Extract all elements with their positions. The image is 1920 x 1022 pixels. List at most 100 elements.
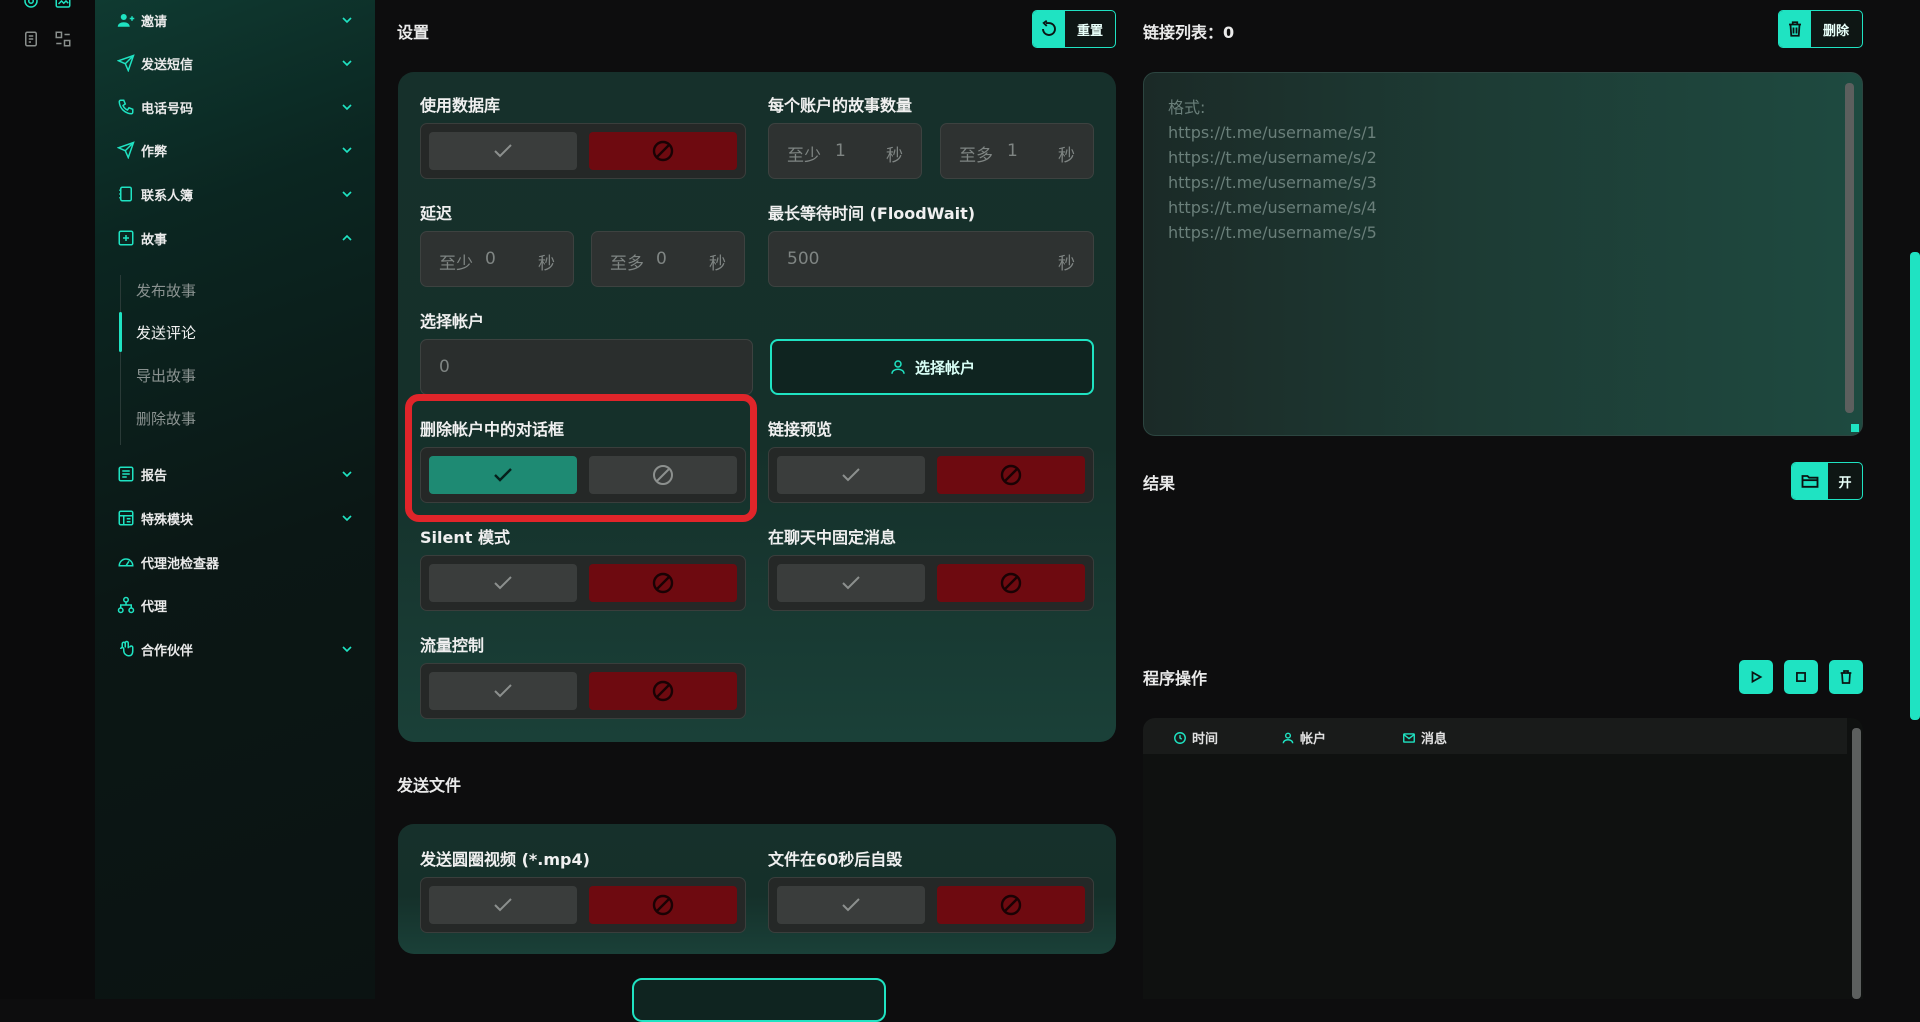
flow-control-yes-button[interactable] (429, 672, 577, 710)
ban-icon (652, 140, 674, 162)
chevron-down-icon[interactable] (339, 12, 355, 28)
link-preview-yes-button[interactable] (777, 456, 925, 494)
chevron-down-icon[interactable] (339, 186, 355, 202)
log-scrollbar[interactable] (1852, 728, 1861, 999)
silent-yes-button[interactable] (429, 564, 577, 602)
icon-rail (0, 0, 95, 999)
sidebar-item-send-sms[interactable]: 发送短信 (117, 51, 355, 75)
image-icon[interactable] (54, 0, 72, 10)
stories-max-value: 1 (1007, 141, 1018, 161)
send-files-title: 发送文件 (397, 776, 462, 795)
users-icon (117, 14, 135, 27)
document-icon[interactable] (22, 30, 40, 48)
submenu-active-indicator (119, 312, 122, 352)
layout-icon[interactable] (54, 30, 72, 48)
account-count-input[interactable]: 0 (420, 339, 753, 395)
circle-video-yes-button[interactable] (429, 886, 577, 924)
mail-icon (1403, 732, 1415, 743)
sidebar-item-label: 邀请 (141, 14, 168, 30)
sub-item-export-stories[interactable]: 导出故事 (136, 365, 196, 386)
flow-control-no-button[interactable] (589, 672, 737, 710)
sub-item-delete-stories[interactable]: 删除故事 (136, 408, 196, 429)
silent-no-button[interactable] (589, 564, 737, 602)
ban-icon (652, 680, 674, 702)
floodwait-input[interactable]: 500 秒 (768, 231, 1094, 287)
sub-item-send-comment[interactable]: 发送评论 (136, 322, 196, 343)
circle-video-no-button[interactable] (589, 886, 737, 924)
sidebar-item-special-modules[interactable]: 特殊模块 (117, 506, 355, 530)
pin-no-button[interactable] (937, 564, 1085, 602)
user-icon (1282, 732, 1294, 743)
sidebar-item-label: 代理池检查器 (141, 556, 220, 572)
resize-handle[interactable] (1851, 424, 1859, 432)
select-account-button[interactable]: 选择帐户 (770, 339, 1094, 395)
floodwait-label: 最长等待时间 (FloodWait) (768, 204, 976, 223)
sidebar-item-invite[interactable]: 邀请 (117, 8, 355, 32)
trash-icon (1840, 670, 1852, 684)
delay-min-input[interactable]: 至少 0 秒 (420, 231, 574, 287)
sub-item-publish-story[interactable]: 发布故事 (136, 280, 196, 301)
delete-links-button[interactable]: 删除 (1778, 10, 1863, 48)
log-col-time: 时间 (1173, 728, 1218, 747)
open-results-label: 开 (1838, 475, 1852, 491)
log-col-account: 帐户 (1281, 728, 1326, 747)
sidebar-item-proxy-checker[interactable]: 代理池检查器 (117, 550, 355, 574)
pin-yes-button[interactable] (777, 564, 925, 602)
silent-label: Silent 模式 (420, 528, 510, 547)
sidebar-item-cheat[interactable]: 作弊 (117, 138, 355, 162)
self-destruct-toggle (768, 877, 1094, 933)
link-preview-no-button[interactable] (937, 456, 1085, 494)
sidebar-item-label: 合作伙伴 (141, 643, 194, 659)
use-db-no-button[interactable] (589, 132, 737, 170)
delete-links-label: 删除 (1823, 23, 1850, 39)
self-destruct-no-button[interactable] (937, 886, 1085, 924)
open-results-button[interactable]: 开 (1791, 462, 1863, 500)
pin-toggle (768, 555, 1094, 611)
chevron-down-icon[interactable] (339, 55, 355, 71)
stories-max-input[interactable]: 至多 1 秒 (940, 123, 1094, 179)
sidebar: 邀请 发送短信 电话号码 作弊 联系人簿 故事 发布故事 发送评论 导出故事 删… (95, 0, 375, 999)
chevron-down-icon[interactable] (339, 466, 355, 482)
sidebar-item-phone-numbers[interactable]: 电话号码 (117, 95, 355, 119)
report-icon (118, 466, 134, 482)
ban-icon (1000, 572, 1022, 594)
self-destruct-label: 文件在60秒后自毁 (768, 850, 903, 869)
hand-icon (120, 640, 134, 657)
sec-unit: 秒 (709, 254, 726, 274)
chevron-down-icon[interactable] (339, 510, 355, 526)
gauge-icon (118, 558, 134, 567)
submenu-line (120, 275, 121, 445)
sidebar-item-partners[interactable]: 合作伙伴 (117, 637, 355, 661)
start-button[interactable] (1739, 660, 1773, 694)
user-icon (891, 360, 905, 374)
page-scrollbar-thumb[interactable] (1910, 252, 1920, 720)
stories-min-input[interactable]: 至少 1 秒 (768, 123, 922, 179)
select-account-button-label: 选择帐户 (914, 358, 975, 377)
chevron-down-icon[interactable] (339, 99, 355, 115)
ban-icon (1000, 894, 1022, 916)
pin-label: 在聊天中固定消息 (768, 528, 897, 547)
folder-icon (1801, 475, 1819, 488)
sec-unit: 秒 (538, 254, 555, 274)
chevron-down-icon[interactable] (339, 641, 355, 657)
links-textarea[interactable]: 格式: https://t.me/username/s/1 https://t.me… (1143, 72, 1863, 436)
links-scrollbar[interactable] (1845, 83, 1854, 413)
max-prefix: 至多 (610, 254, 644, 274)
check-icon (494, 144, 512, 158)
sidebar-item-report[interactable]: 报告 (117, 462, 355, 486)
stop-button[interactable] (1784, 660, 1818, 694)
sidebar-item-label: 发送短信 (141, 57, 194, 73)
reset-button[interactable]: 重置 (1032, 10, 1116, 48)
chevron-down-icon[interactable] (339, 142, 355, 158)
sidebar-item-contacts[interactable]: 联系人簿 (117, 182, 355, 206)
sidebar-item-label: 联系人簿 (141, 188, 194, 204)
self-destruct-yes-button[interactable] (777, 886, 925, 924)
use-db-yes-button[interactable] (429, 132, 577, 170)
delay-max-input[interactable]: 至多 0 秒 (591, 231, 745, 287)
gear-icon[interactable] (22, 0, 40, 10)
clear-log-button[interactable] (1829, 660, 1863, 694)
bottom-action-button[interactable] (632, 978, 886, 1022)
sidebar-item-proxy[interactable]: 代理 (117, 593, 355, 617)
chevron-up-icon[interactable] (339, 230, 355, 246)
sidebar-item-stories[interactable]: 故事 (117, 226, 355, 250)
